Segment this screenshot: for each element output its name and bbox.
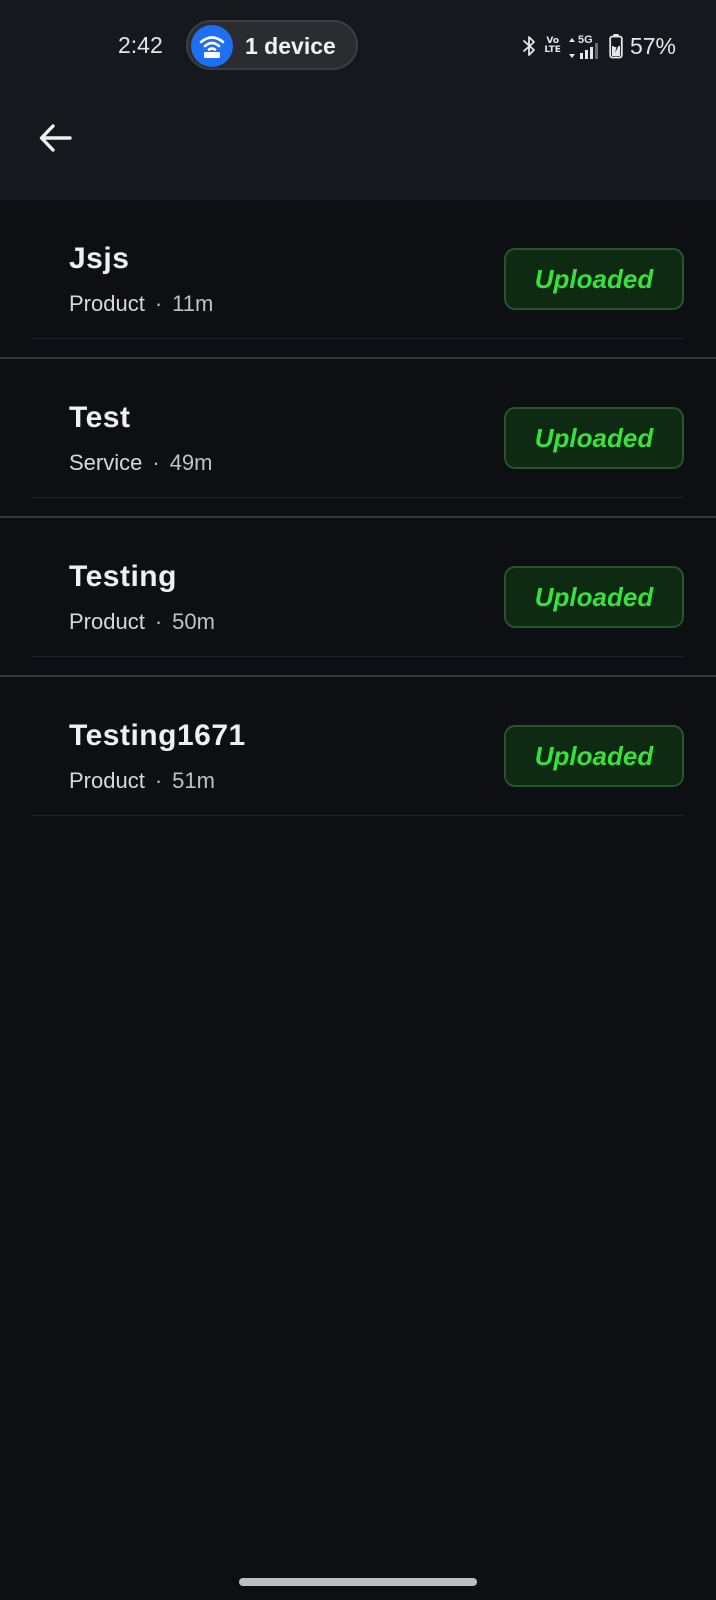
signal-5g-icon: 5G bbox=[568, 33, 602, 59]
network-type-label: 5G bbox=[577, 34, 593, 46]
battery-charging-icon bbox=[609, 34, 623, 59]
item-type: Product bbox=[69, 768, 145, 793]
item-title: Testing bbox=[69, 560, 177, 593]
separator-dot: · bbox=[154, 768, 163, 793]
item-age: 51m bbox=[172, 768, 215, 793]
inner-divider bbox=[32, 338, 684, 339]
top-app-bar: 2:42 1 device Vo LTE 5G 57% bbox=[0, 0, 716, 200]
separator-dot: · bbox=[154, 291, 163, 316]
bluetooth-icon bbox=[523, 36, 536, 56]
item-age: 50m bbox=[172, 609, 215, 634]
hotspot-icon bbox=[191, 25, 233, 67]
item-subtitle: Service · 49m bbox=[69, 450, 212, 476]
list-item[interactable]: Testing1671 Product · 51m Uploaded bbox=[0, 677, 716, 836]
hotspot-device-count: 1 device bbox=[245, 33, 336, 59]
status-badge: Uploaded bbox=[504, 248, 684, 310]
status-badge: Uploaded bbox=[504, 566, 684, 628]
item-age: 49m bbox=[169, 450, 213, 475]
item-type: Product bbox=[69, 609, 145, 634]
status-badge: Uploaded bbox=[504, 407, 684, 469]
battery-percentage: 57% bbox=[629, 32, 676, 59]
arrow-left-icon bbox=[39, 124, 72, 152]
item-type: Product bbox=[69, 291, 145, 316]
upload-list: Jsjs Product · 11m Uploaded Test Service… bbox=[0, 200, 716, 836]
status-badge: Uploaded bbox=[504, 725, 684, 787]
item-subtitle: Product · 50m bbox=[69, 609, 215, 635]
back-button[interactable] bbox=[30, 112, 82, 164]
status-time: 2:42 bbox=[118, 32, 163, 58]
list-item[interactable]: Test Service · 49m Uploaded bbox=[0, 359, 716, 518]
hotspot-indicator[interactable]: 1 device bbox=[186, 20, 358, 70]
item-subtitle: Product · 11m bbox=[69, 291, 213, 317]
inner-divider bbox=[32, 656, 684, 657]
item-age: 11m bbox=[172, 291, 214, 316]
item-title: Jsjs bbox=[69, 242, 130, 275]
list-item[interactable]: Jsjs Product · 11m Uploaded bbox=[0, 200, 716, 359]
volte-icon: Vo LTE bbox=[544, 36, 561, 55]
item-title: Test bbox=[69, 401, 131, 434]
item-type: Service bbox=[69, 450, 143, 475]
separator-dot: · bbox=[154, 609, 163, 634]
status-icons: Vo LTE 5G 57% bbox=[521, 28, 676, 64]
separator-dot: · bbox=[152, 450, 160, 475]
item-title: Testing1671 bbox=[69, 719, 246, 752]
inner-divider bbox=[32, 815, 684, 816]
item-subtitle: Product · 51m bbox=[69, 768, 215, 794]
list-item[interactable]: Testing Product · 50m Uploaded bbox=[0, 518, 716, 677]
home-indicator[interactable] bbox=[239, 1578, 477, 1586]
inner-divider bbox=[32, 497, 684, 498]
